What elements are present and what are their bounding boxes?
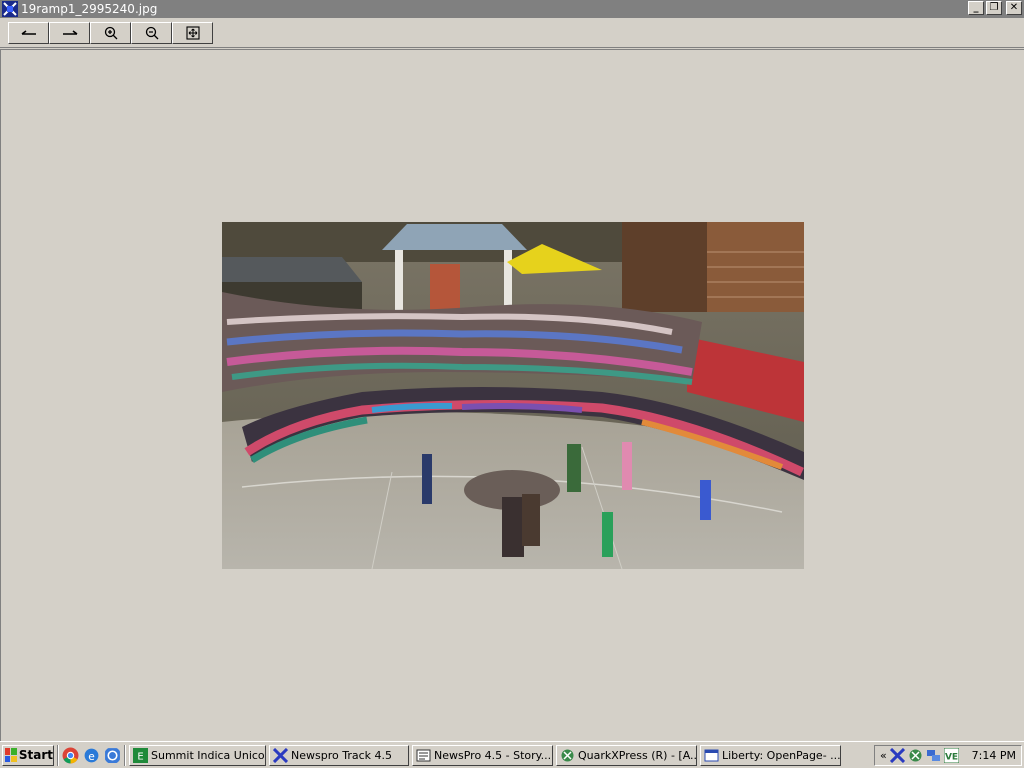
zoom-out-icon: [145, 26, 158, 40]
fit-window-button[interactable]: [172, 22, 213, 44]
taskbar-separator: [124, 744, 126, 766]
minimize-button[interactable]: _: [968, 1, 984, 15]
story-icon: [416, 749, 431, 761]
restore-button[interactable]: ❐: [986, 1, 1002, 15]
quick-launch: e: [62, 747, 121, 764]
image-viewer-icon: [2, 1, 18, 17]
zoom-in-button[interactable]: [90, 22, 131, 44]
task-newspro-story[interactable]: NewsPro 4.5 - Story...: [412, 744, 553, 766]
close-button[interactable]: ✕: [1006, 1, 1022, 15]
window-icon: [704, 749, 719, 761]
toolbar: [0, 18, 1024, 48]
zoom-out-button[interactable]: [131, 22, 172, 44]
computers-tray-icon[interactable]: [926, 748, 941, 763]
system-tray: « VE 7:14 PM: [873, 744, 1022, 766]
image-canvas[interactable]: [0, 49, 1024, 741]
outlook-express-icon[interactable]: [104, 747, 121, 764]
task-quarkxpress[interactable]: QuarkXPress (R) - [A...: [556, 744, 697, 766]
window-title: 19ramp1_2995240.jpg: [21, 2, 158, 16]
windows-logo-icon: [5, 748, 17, 762]
next-button[interactable]: [49, 22, 90, 44]
taskbar: Start e E Summit Indica Unicode Newspro …: [0, 741, 1024, 768]
ve-tray-icon[interactable]: VE: [943, 747, 959, 763]
chrome-icon[interactable]: [62, 747, 79, 764]
task-liberty-openpage[interactable]: Liberty: OpenPage- ...: [700, 744, 841, 766]
tray-expand-chevron-icon[interactable]: «: [880, 749, 887, 762]
svg-text:VE: VE: [945, 752, 958, 762]
svg-text:E: E: [137, 751, 143, 762]
arrow-right-icon: [62, 30, 77, 35]
displayed-photo: [222, 222, 804, 569]
taskbar-separator: [57, 744, 59, 766]
newspro-icon: [273, 747, 288, 763]
task-newspro-track[interactable]: Newspro Track 4.5: [269, 744, 409, 766]
summit-icon: E: [133, 747, 148, 763]
previous-button[interactable]: [8, 22, 49, 44]
internet-explorer-icon[interactable]: e: [83, 747, 100, 764]
title-bar[interactable]: 19ramp1_2995240.jpg _ ❐ ✕: [0, 0, 1024, 18]
fit-window-icon: [185, 26, 200, 40]
start-button[interactable]: Start: [2, 744, 54, 766]
start-label: Start: [18, 748, 53, 762]
task-summit-indica[interactable]: E Summit Indica Unicode: [129, 744, 266, 766]
newspro-tray-icon[interactable]: [889, 747, 905, 763]
svg-text:e: e: [88, 749, 95, 762]
clock[interactable]: 7:14 PM: [972, 749, 1016, 762]
zoom-in-icon: [104, 26, 117, 40]
quark-icon: [561, 749, 574, 761]
network-tray-icon[interactable]: [908, 748, 923, 763]
arrow-left-icon: [21, 30, 36, 35]
